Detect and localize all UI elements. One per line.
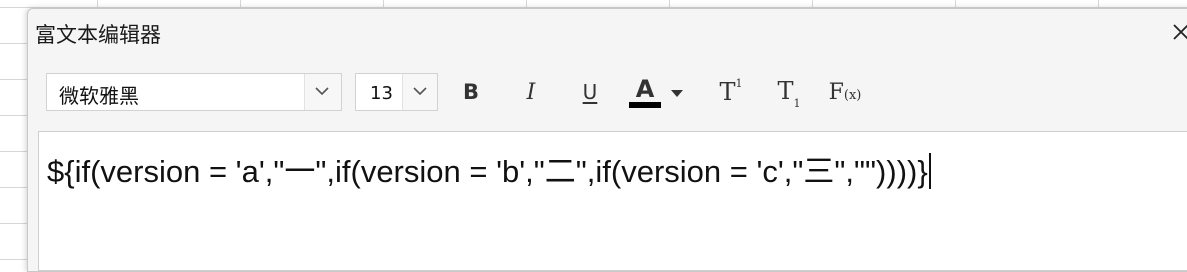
editor-text: ${if(version = 'a',"一",if(version = 'b',…: [47, 146, 931, 191]
subscript-button[interactable]: T1: [769, 75, 809, 111]
rich-text-editor-dialog: 富文本编辑器 微软雅黑 13 B I U A T1 T1 F(x) ${if(v…: [27, 8, 1187, 272]
dropdown-triangle-icon[interactable]: [671, 90, 683, 97]
bold-button[interactable]: B: [454, 75, 488, 109]
close-button[interactable]: [1166, 17, 1187, 47]
text-cursor: [928, 153, 931, 189]
editor-content: ${if(version = 'a',"一",if(version = 'b',…: [47, 154, 928, 189]
close-x-icon: [1173, 24, 1187, 40]
formula-button[interactable]: F(x): [825, 75, 865, 109]
formula-icon: F(x): [828, 79, 862, 105]
italic-icon: I: [526, 79, 536, 105]
editor-content-area[interactable]: ${if(version = 'a',"一",if(version = 'b',…: [38, 131, 1187, 271]
font-family-value: 微软雅黑: [59, 84, 139, 108]
font-family-dropdown-button[interactable]: [304, 74, 341, 110]
italic-button[interactable]: I: [514, 75, 548, 109]
font-size-select[interactable]: 13: [355, 73, 438, 111]
font-color-icon: A: [635, 75, 655, 103]
font-family-select[interactable]: 微软雅黑: [46, 73, 342, 111]
dialog-title: 富文本编辑器: [35, 23, 161, 47]
superscript-icon: T1: [719, 77, 743, 106]
font-size-dropdown-button[interactable]: [402, 74, 437, 110]
font-color-swatch: [629, 102, 661, 108]
chevron-down-icon: [413, 87, 427, 96]
bold-icon: B: [462, 80, 479, 104]
subscript-icon: T1: [777, 76, 801, 111]
chevron-down-icon: [315, 87, 329, 96]
font-size-value: 13: [370, 83, 393, 104]
font-color-button[interactable]: A: [625, 75, 689, 109]
underline-button[interactable]: U: [573, 75, 607, 109]
underline-icon: U: [582, 80, 598, 104]
superscript-button[interactable]: T1: [711, 75, 751, 109]
